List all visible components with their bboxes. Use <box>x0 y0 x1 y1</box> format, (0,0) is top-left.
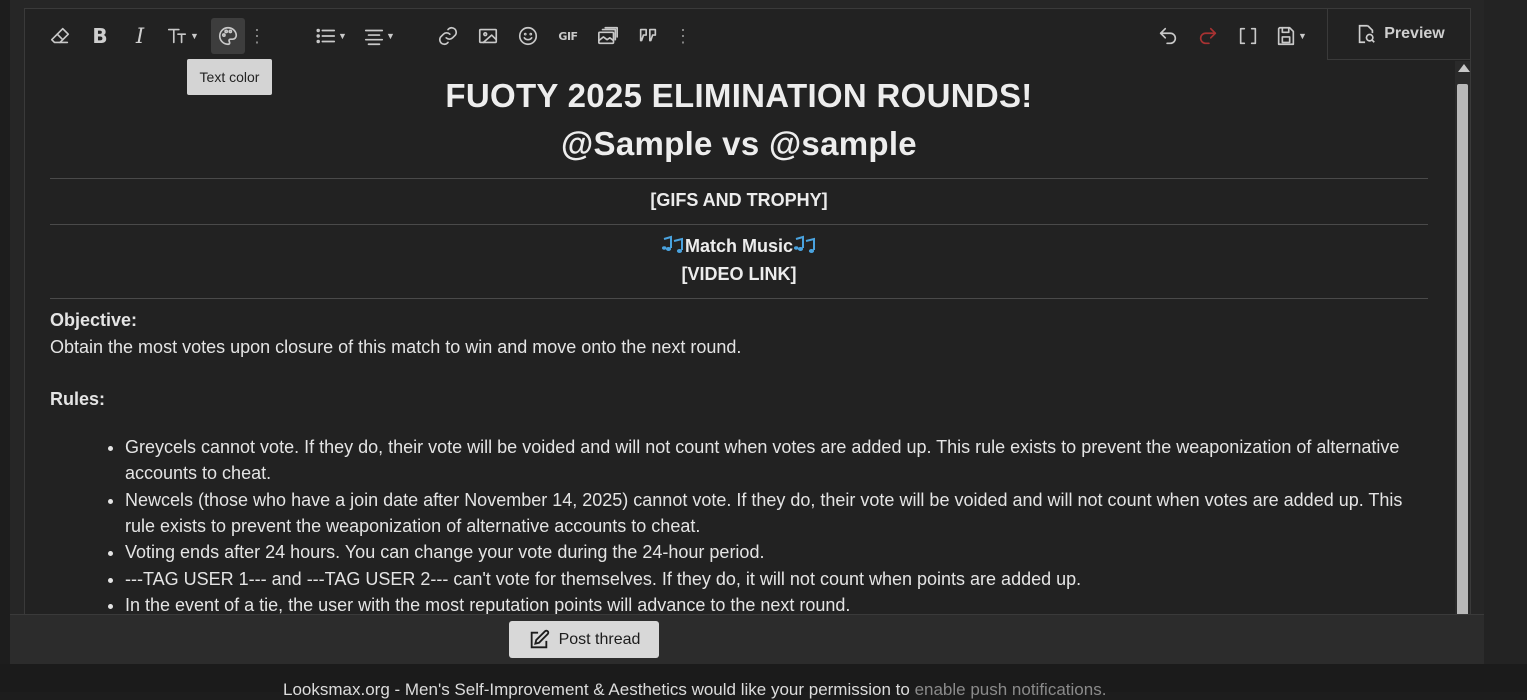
title-line-1: FUOTY 2025 ELIMINATION ROUNDS! <box>445 77 1033 114</box>
divider <box>50 224 1428 225</box>
list-item: Newcels (those who have a join date afte… <box>125 487 1425 539</box>
bbcode-toggle-icon[interactable] <box>1231 18 1265 54</box>
post-thread-label: Post thread <box>558 630 641 648</box>
link-icon[interactable] <box>431 18 465 54</box>
push-notification-text: Looksmax.org - Men's Self-Improvement & … <box>283 680 1106 700</box>
quote-icon[interactable] <box>631 18 665 54</box>
palette-icon[interactable] <box>211 18 245 54</box>
redo-icon[interactable] <box>1191 18 1225 54</box>
gifs-trophy-placeholder: [GIFS AND TROPHY] <box>650 190 828 210</box>
list-item: Voting ends after 24 hours. You can chan… <box>125 539 1425 565</box>
save-draft-icon[interactable]: ▼ <box>1271 18 1311 54</box>
gif-icon[interactable]: GIF <box>551 18 585 54</box>
preview-icon <box>1359 24 1376 44</box>
list-button[interactable]: ▼ <box>311 18 351 54</box>
divider <box>50 178 1428 179</box>
rules-heading: Rules: <box>50 389 106 409</box>
objective-heading: Objective: <box>50 310 138 330</box>
title-line-2: @Sample vs @sample <box>561 125 917 162</box>
bold-button[interactable]: B <box>83 18 117 54</box>
preview-label: Preview <box>1384 25 1445 42</box>
music-label: Match Music <box>684 236 794 256</box>
more-options-icon[interactable]: ⋮ <box>247 18 267 54</box>
rules-list: Greycels cannot vote. If they do, their … <box>50 434 1425 614</box>
video-link-placeholder: [VIDEO LINK] <box>681 264 797 284</box>
edit-icon <box>530 629 549 648</box>
more-insert-icon[interactable]: ⋮ <box>673 18 693 54</box>
undo-icon[interactable] <box>1151 18 1185 54</box>
post-thread-button[interactable]: Post thread <box>509 621 659 658</box>
eraser-icon[interactable] <box>43 18 77 54</box>
image-icon[interactable] <box>471 18 505 54</box>
music-notes-icon <box>794 235 816 253</box>
align-button[interactable]: ▼ <box>359 18 399 54</box>
match-music-heading: Match Music <box>50 235 1428 257</box>
smiley-icon[interactable] <box>511 18 545 54</box>
right-gutter <box>1484 0 1527 664</box>
objective-text: Obtain the most votes upon closure of th… <box>50 337 742 357</box>
italic-button[interactable]: I <box>123 18 157 54</box>
scroll-thumb[interactable] <box>1457 84 1468 614</box>
divider <box>50 298 1428 299</box>
preview-button[interactable]: Preview <box>1327 9 1470 60</box>
editor-toolbar: B I ▼ ⋮ ▼ ▼ GIF ⋮ ▼ Preview <box>25 9 1470 61</box>
push-message: Looksmax.org - Men's Self-Improvement & … <box>283 680 915 699</box>
media-gallery-icon[interactable] <box>591 18 625 54</box>
list-item: In the event of a tie, the user with the… <box>125 592 1425 614</box>
scroll-up-arrow-icon[interactable] <box>1458 64 1470 72</box>
rich-text-editor[interactable]: B I ▼ ⋮ ▼ ▼ GIF ⋮ ▼ Preview Text color F… <box>24 8 1471 614</box>
text-size-button[interactable]: ▼ <box>161 18 203 54</box>
list-item: ---TAG USER 1--- and ---TAG USER 2--- ca… <box>125 566 1425 592</box>
enable-push-link[interactable]: enable push notifications. <box>915 680 1107 699</box>
form-footer <box>10 614 1484 664</box>
list-item: Greycels cannot vote. If they do, their … <box>125 434 1425 486</box>
music-notes-icon <box>661 235 683 253</box>
